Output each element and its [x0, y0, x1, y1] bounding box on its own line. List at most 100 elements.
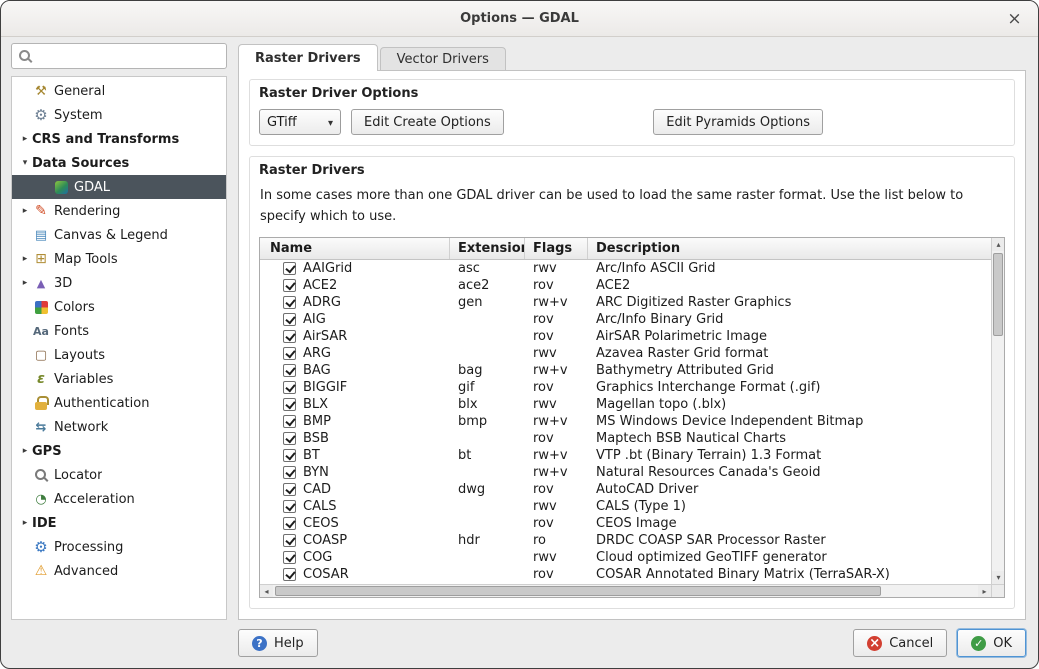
- table-row[interactable]: ACE2 ace2 rov ACE2: [260, 277, 991, 294]
- sidebar-item[interactable]: General: [12, 79, 226, 103]
- edit-create-options-button[interactable]: Edit Create Options: [351, 109, 504, 135]
- expand-arrow-icon[interactable]: ▸: [18, 278, 32, 288]
- column-header-flags[interactable]: Flags: [525, 238, 588, 259]
- sidebar-item-icon: [32, 83, 50, 99]
- scrollbar-thumb[interactable]: [275, 586, 881, 596]
- sidebar-item[interactable]: ▾ Data Sources: [12, 151, 226, 175]
- driver-checkbox[interactable]: [283, 262, 296, 275]
- sidebar-item[interactable]: Fonts: [12, 319, 226, 343]
- cancel-button[interactable]: Cancel: [853, 629, 947, 657]
- sidebar-item[interactable]: Variables: [12, 367, 226, 391]
- sidebar-item[interactable]: GDAL: [12, 175, 226, 199]
- driver-checkbox[interactable]: [283, 415, 296, 428]
- table-row[interactable]: COSAR rov COSAR Annotated Binary Matrix …: [260, 566, 991, 583]
- scroll-right-icon[interactable]: [978, 585, 991, 598]
- expand-arrow-icon[interactable]: ▸: [18, 518, 32, 528]
- driver-checkbox[interactable]: [283, 568, 296, 581]
- close-icon[interactable]: ×: [1004, 8, 1025, 29]
- table-row[interactable]: CAD dwg rov AutoCAD Driver: [260, 481, 991, 498]
- column-header-description[interactable]: Description: [588, 238, 991, 259]
- expand-arrow-icon[interactable]: ▸: [18, 206, 32, 216]
- table-row[interactable]: CALS rwv CALS (Type 1): [260, 498, 991, 515]
- driver-checkbox[interactable]: [283, 330, 296, 343]
- driver-checkbox[interactable]: [283, 296, 296, 309]
- table-row[interactable]: BMP bmp rw+v MS Windows Device Independe…: [260, 413, 991, 430]
- driver-checkbox[interactable]: [283, 466, 296, 479]
- table-row[interactable]: BSB rov Maptech BSB Nautical Charts: [260, 430, 991, 447]
- table-row[interactable]: COG rwv Cloud optimized GeoTIFF generato…: [260, 549, 991, 566]
- sidebar-item[interactable]: Canvas & Legend: [12, 223, 226, 247]
- table-row[interactable]: BLX blx rwv Magellan topo (.blx): [260, 396, 991, 413]
- driver-name: AirSAR: [303, 329, 347, 344]
- scrollbar-thumb[interactable]: [993, 253, 1003, 336]
- driver-checkbox[interactable]: [283, 398, 296, 411]
- table-row[interactable]: AAIGrid asc rwv Arc/Info ASCII Grid: [260, 260, 991, 277]
- column-header-name[interactable]: Name: [260, 238, 450, 259]
- table-row[interactable]: BIGGIF gif rov Graphics Interchange Form…: [260, 379, 991, 396]
- scrollbar-track[interactable]: [992, 251, 1004, 571]
- driver-checkbox[interactable]: [283, 500, 296, 513]
- table-row[interactable]: ARG rwv Azavea Raster Grid format: [260, 345, 991, 362]
- table-row[interactable]: AirSAR rov AirSAR Polarimetric Image: [260, 328, 991, 345]
- search-input[interactable]: [32, 49, 220, 64]
- sidebar-item[interactable]: ▸ CRS and Transforms: [12, 127, 226, 151]
- driver-checkbox[interactable]: [283, 432, 296, 445]
- sidebar-item[interactable]: ▸ GPS: [12, 439, 226, 463]
- scrollbar-track[interactable]: [273, 585, 978, 597]
- column-header-extension[interactable]: Extension: [450, 238, 525, 259]
- sidebar-item[interactable]: Network: [12, 415, 226, 439]
- vertical-scrollbar[interactable]: [991, 238, 1004, 584]
- sidebar-item[interactable]: ▸ IDE: [12, 511, 226, 535]
- sidebar-item-icon: [32, 491, 50, 507]
- driver-checkbox[interactable]: [283, 449, 296, 462]
- driver-name: ACE2: [303, 278, 337, 293]
- table-row[interactable]: COASP hdr ro DRDC COASP SAR Processor Ra…: [260, 532, 991, 549]
- sidebar-item[interactable]: Advanced: [12, 559, 226, 583]
- expand-arrow-icon[interactable]: ▸: [18, 134, 32, 144]
- driver-checkbox[interactable]: [283, 534, 296, 547]
- expand-arrow-icon[interactable]: ▾: [18, 158, 32, 168]
- driver-name-cell: COASP: [260, 533, 450, 548]
- horizontal-scrollbar[interactable]: [260, 584, 991, 597]
- driver-checkbox[interactable]: [283, 483, 296, 496]
- tab-vector-drivers[interactable]: Vector Drivers: [380, 47, 506, 70]
- sidebar-item[interactable]: Colors: [12, 295, 226, 319]
- sidebar-item[interactable]: System: [12, 103, 226, 127]
- scroll-left-icon[interactable]: [260, 585, 273, 598]
- table-row[interactable]: BYN rw+v Natural Resources Canada's Geoi…: [260, 464, 991, 481]
- edit-pyramids-options-button[interactable]: Edit Pyramids Options: [653, 109, 823, 135]
- table-row[interactable]: BT bt rw+v VTP .bt (Binary Terrain) 1.3 …: [260, 447, 991, 464]
- sidebar-item[interactable]: ▸ 3D: [12, 271, 226, 295]
- ok-button[interactable]: OK: [957, 629, 1026, 657]
- sidebar-item[interactable]: ▸ Rendering: [12, 199, 226, 223]
- help-button[interactable]: Help: [238, 629, 318, 657]
- table-row[interactable]: CEOS rov CEOS Image: [260, 515, 991, 532]
- sidebar-item[interactable]: Locator: [12, 463, 226, 487]
- sidebar-item[interactable]: Authentication: [12, 391, 226, 415]
- expand-arrow-icon[interactable]: ▸: [18, 254, 32, 264]
- driver-checkbox[interactable]: [283, 313, 296, 326]
- table-row[interactable]: BAG bag rw+v Bathymetry Attributed Grid: [260, 362, 991, 379]
- driver-checkbox[interactable]: [283, 347, 296, 360]
- driver-select[interactable]: GTiff: [259, 109, 341, 135]
- driver-checkbox[interactable]: [283, 551, 296, 564]
- settings-search[interactable]: [11, 43, 227, 69]
- driver-flags: rw+v: [525, 295, 588, 310]
- driver-checkbox[interactable]: [283, 517, 296, 530]
- scroll-down-icon[interactable]: [992, 571, 1005, 584]
- table-row[interactable]: ADRG gen rw+v ARC Digitized Raster Graph…: [260, 294, 991, 311]
- driver-checkbox[interactable]: [283, 381, 296, 394]
- driver-description: Arc/Info Binary Grid: [588, 312, 991, 327]
- table-row[interactable]: AIG rov Arc/Info Binary Grid: [260, 311, 991, 328]
- tab-raster-drivers[interactable]: Raster Drivers: [238, 44, 378, 71]
- scroll-up-icon[interactable]: [992, 238, 1005, 251]
- driver-checkbox[interactable]: [283, 364, 296, 377]
- sidebar-item[interactable]: Processing: [12, 535, 226, 559]
- driver-checkbox[interactable]: [283, 279, 296, 292]
- sidebar-item-label: Map Tools: [54, 252, 118, 267]
- sidebar-item[interactable]: Layouts: [12, 343, 226, 367]
- sidebar-item[interactable]: ▸ Map Tools: [12, 247, 226, 271]
- sidebar-item[interactable]: Acceleration: [12, 487, 226, 511]
- sidebar-item-icon: [32, 347, 50, 363]
- expand-arrow-icon[interactable]: ▸: [18, 446, 32, 456]
